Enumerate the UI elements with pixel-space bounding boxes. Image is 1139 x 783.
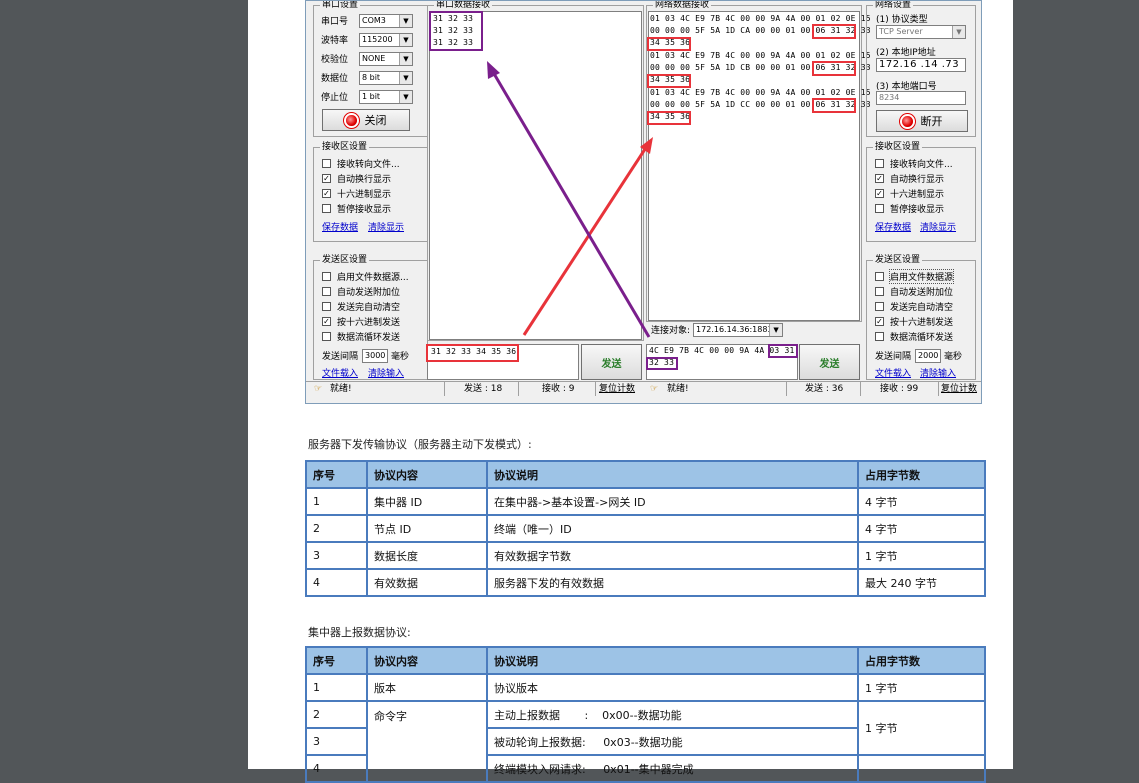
table-cell: 被动轮询上报数据: 0x03--数据功能 [486,727,859,756]
table-cell: 4 字节 [857,487,986,516]
table-row: 1 集中器 ID 在集中器->基本设置->网关 ID 4 字节 [305,487,986,516]
col-header: 占用字节数 [857,460,986,489]
red-arrow-line [522,145,649,336]
table-row: 4 有效数据 服务器下发的有效数据 最大 240 字节 [305,568,986,597]
serial-net-tool-screenshot: 串口设置 串口号 COM3 ▼ 波特率 115200 ▼ 校验位 NONE ▼ 数据位… [305,0,982,404]
table-cell: 4 [305,568,368,597]
table-header-row: 序号 协议内容 协议说明 占用字节数 [305,460,986,489]
annotation-arrows [487,61,653,338]
table-cell: 3 [305,541,368,570]
col-header: 协议说明 [486,646,859,675]
table-cell: 命令字 [366,700,488,783]
table-cell: 1 字节 [857,673,986,702]
concentrator-uplink-table: 序号 协议内容 协议说明 占用字节数 1 版本 协议版本 1 字节 2 命令字 … [305,646,986,783]
table-cell: 3 [305,727,368,756]
server-downlink-table: 序号 协议内容 协议说明 占用字节数 1 集中器 ID 在集中器->基本设置->… [305,460,986,597]
col-header: 占用字节数 [857,646,986,675]
table-row: 2 节点 ID 终端（唯一）ID 4 字节 [305,514,986,543]
purple-arrow-line [491,71,651,338]
table-cell: 有效数据 [366,568,488,597]
col-header: 协议内容 [366,460,488,489]
table-cell: 有效数据字节数 [486,541,859,570]
purple-arrow-head-icon [487,61,500,79]
table-cell: 集中器 ID [366,487,488,516]
table-row: 3 数据长度 有效数据字节数 1 字节 [305,541,986,570]
table-cell: 数据长度 [366,541,488,570]
table-cell: 1 [305,673,368,702]
heading-server-downlink: 服务器下发传输协议（服务器主动下发模式）: [308,438,532,451]
col-header: 序号 [305,460,368,489]
table-row: 1 版本 协议版本 1 字节 [305,673,986,702]
table-cell: 主动上报数据 : 0x00--数据功能 [486,700,859,729]
col-header: 协议说明 [486,460,859,489]
table-header-row: 序号 协议内容 协议说明 占用字节数 [305,646,986,675]
table-cell: 服务器下发的有效数据 [486,568,859,597]
col-header: 序号 [305,646,368,675]
document-page: 串口设置 串口号 COM3 ▼ 波特率 115200 ▼ 校验位 NONE ▼ 数据位… [248,0,1013,783]
table-cell: 最大 240 字节 [857,568,986,597]
heading-concentrator-uplink: 集中器上报数据协议: [308,626,411,639]
col-header: 协议内容 [366,646,488,675]
table-cell: 1 字节 [857,700,986,756]
table-cell: 2 [305,700,368,729]
table-cell: 4 字节 [857,514,986,543]
table-cell: 1 字节 [857,541,986,570]
table-cell: 协议版本 [486,673,859,702]
table-cell: 版本 [366,673,488,702]
table-cell: 1 [305,487,368,516]
table-cell: 在集中器->基本设置->网关 ID [486,487,859,516]
table-row: 2 命令字 主动上报数据 : 0x00--数据功能 1 字节 [305,700,986,783]
table-cell: 2 [305,514,368,543]
table-cell: 终端（唯一）ID [486,514,859,543]
table-cell: 节点 ID [366,514,488,543]
